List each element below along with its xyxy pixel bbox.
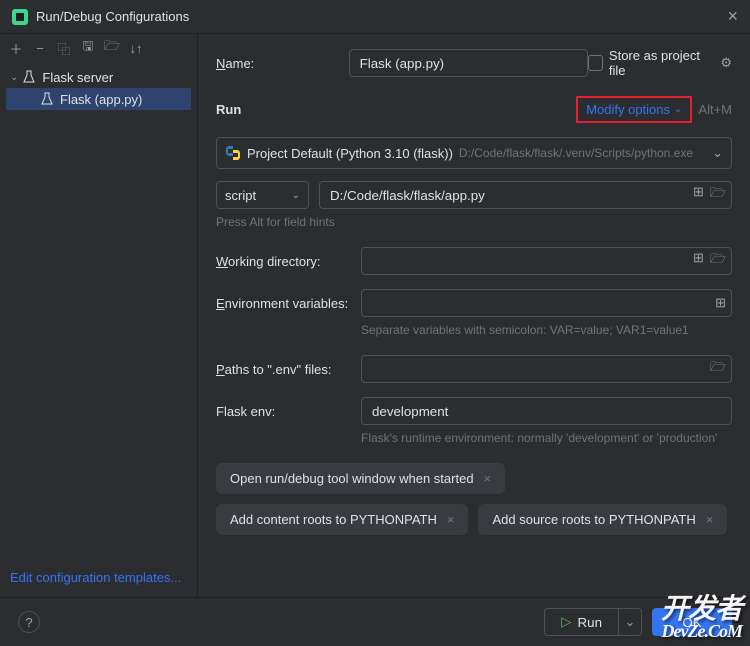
close-icon[interactable]: × [727,6,738,27]
browse-icon[interactable]: 🗁 [710,250,726,272]
tree-parent-label: Flask server [42,70,113,85]
env-files-label: Paths to ".env" files: [216,362,361,377]
app-icon [12,9,28,25]
help-button[interactable]: ? [18,611,40,633]
chevron-down-icon: ⌄ [712,145,723,161]
chip-remove-icon[interactable]: × [484,471,492,486]
play-icon: ▷ [561,614,571,630]
flask-env-input[interactable] [361,397,732,425]
interpreter-select[interactable]: Project Default (Python 3.10 (flask)) D:… [216,137,732,169]
tree-child-selected[interactable]: Flask (app.py) [6,88,191,110]
env-vars-input[interactable] [361,289,732,317]
env-vars-label: Environment variables: [216,296,361,311]
field-hint: Press Alt for field hints [216,215,732,229]
script-path-input[interactable] [319,181,732,209]
expand-icon[interactable]: ⊞ [715,295,726,311]
run-section-title: Run [216,102,241,117]
flask-icon [22,70,36,84]
name-label: Name: [216,56,349,71]
chevron-down-icon: ⌄ [674,104,682,115]
working-dir-label: Working directory: [216,254,361,269]
python-icon [225,145,241,161]
save-icon[interactable]: 🖫 [80,37,96,59]
option-chip: Open run/debug tool window when started× [216,463,505,494]
script-mode-label: script [225,188,256,203]
working-dir-input[interactable] [361,247,732,275]
chip-remove-icon[interactable]: × [447,512,455,527]
modify-shortcut: Alt+M [698,102,732,117]
flask-icon [40,92,54,106]
browse-icon[interactable]: 🗁 [710,358,726,380]
browse-icon[interactable]: 🗁 [710,184,726,206]
tree-parent[interactable]: ⌄ Flask server [0,66,197,88]
expand-icon[interactable]: ⊞ [693,250,704,272]
chevron-down-icon: ⌄ [292,190,300,201]
flask-env-label: Flask env: [216,404,361,419]
store-label: Store as project file [609,48,708,78]
folder-icon[interactable]: 🗁 [104,37,120,59]
edit-templates-link[interactable]: Edit configuration templates... [10,570,181,585]
script-mode-select[interactable]: script ⌄ [216,181,309,209]
name-input[interactable] [349,49,589,77]
add-icon[interactable]: ＋ [8,39,24,58]
env-files-input[interactable] [361,355,732,383]
chip-remove-icon[interactable]: × [706,512,714,527]
run-dropdown[interactable]: ⌄ [618,608,642,636]
caret-down-icon: ⌄ [10,72,18,83]
option-chip: Add content roots to PYTHONPATH× [216,504,468,535]
ok-button[interactable]: OK [652,608,732,636]
interpreter-path: D:/Code/flask/flask/.venv/Scripts/python… [459,146,693,160]
modify-options-link[interactable]: Modify options [586,102,670,117]
env-vars-helper: Separate variables with semicolon: VAR=v… [361,323,732,337]
run-button[interactable]: ▷Run [544,608,618,636]
sidebar: ＋ − ⿻ 🖫 🗁 ↓↑ ⌄ Flask server Flask (app.p… [0,34,198,597]
gear-icon[interactable]: ⚙ [720,55,732,71]
tree-child-label: Flask (app.py) [60,92,142,107]
remove-icon[interactable]: − [32,41,48,56]
interpreter-label: Project Default (Python 3.10 (flask)) [247,146,453,161]
expand-icon[interactable]: ⊞ [693,184,704,206]
copy-icon[interactable]: ⿻ [56,39,72,58]
store-checkbox[interactable] [588,55,603,71]
flask-env-helper: Flask's runtime environment: normally 'd… [361,431,732,445]
window-title: Run/Debug Configurations [36,9,189,24]
option-chip: Add source roots to PYTHONPATH× [478,504,727,535]
sort-icon[interactable]: ↓↑ [128,41,144,56]
